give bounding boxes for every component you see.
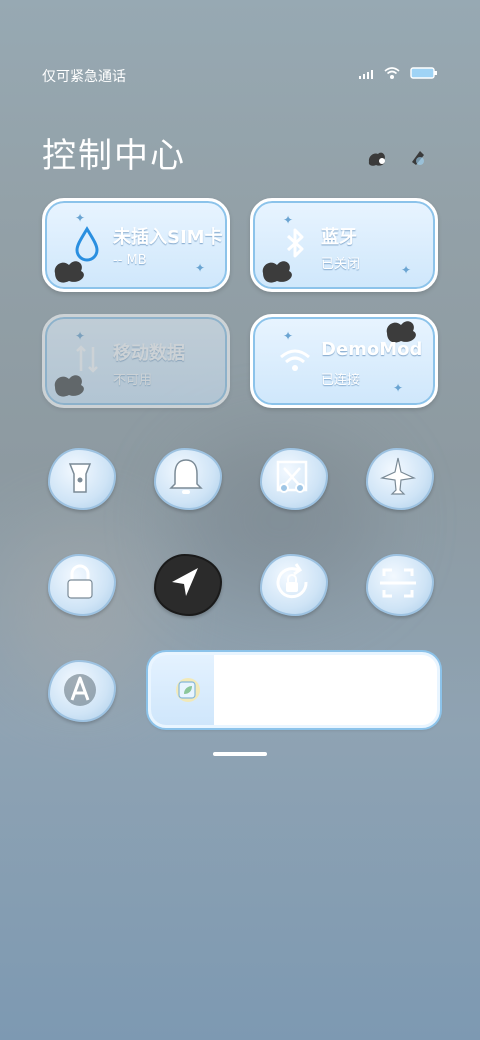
cat-paw-decoration [54,261,84,283]
sparkle-decoration: ✦ [401,263,412,277]
status-icons [358,66,438,80]
cat-paw-decoration [54,375,84,397]
tile-wlan-title: DemoMod [321,339,423,360]
brightness-slider[interactable] [148,652,440,728]
wifi-icon [280,349,310,371]
scanner-toggle[interactable] [364,552,434,616]
location-icon [172,568,198,596]
panel-handle[interactable] [213,752,267,756]
tile-mobile-data-subtitle: 不可用 [113,373,153,388]
tile-wlan-subtitle: 已连接 [321,373,361,388]
scissors-icon [276,460,308,493]
airplane-icon [379,457,417,495]
flashlight-toggle[interactable] [46,446,116,510]
tile-mobile-data[interactable]: ✦ 移动数据 不可用 [42,314,230,408]
tile-data-usage[interactable]: ✦ ✦ 未插入SIM卡 -- MB [42,198,230,292]
wifi-icon [384,67,400,79]
rotation-lock-toggle[interactable] [258,552,328,616]
sparkle-decoration: ✦ [393,381,404,395]
tile-bluetooth[interactable]: ✦ ✦ 蓝牙 已关闭 [250,198,438,292]
tile-mobile-data-title: 移动数据 [113,343,185,364]
rotation-lock-icon [276,563,308,599]
header-actions [366,148,426,168]
tile-bluetooth-subtitle: 已关闭 [321,257,361,272]
cat-paw-decoration [262,261,292,283]
screenshot-toggle[interactable] [258,446,328,510]
lock-icon [67,564,93,599]
flashlight-icon [68,463,92,493]
auto-brightness-icon [64,674,96,706]
tile-wlan[interactable]: ✦ ✦ DemoMod 已连接 [250,314,438,408]
ringer-toggle[interactable] [152,446,222,510]
scan-icon [380,568,416,598]
battery-icon [410,67,437,79]
tile-data-usage-subtitle: -- MB [113,253,147,268]
carrier-status: 仅可紧急通话 [42,69,126,85]
auto-brightness-toggle[interactable] [46,658,116,722]
page-title: 控制中心 [42,136,186,176]
edit-icon[interactable] [366,148,388,168]
bell-icon [169,459,203,494]
location-toggle[interactable] [152,552,222,616]
sparkle-decoration: ✦ [195,261,206,275]
lock-screen-toggle[interactable] [46,552,116,616]
brightness-icon [176,678,200,702]
settings-icon[interactable] [408,148,426,168]
airplane-toggle[interactable] [364,446,434,510]
tile-data-usage-title: 未插入SIM卡 [113,227,223,248]
tile-bluetooth-title: 蓝牙 [321,227,357,248]
signal-icon [359,70,373,79]
